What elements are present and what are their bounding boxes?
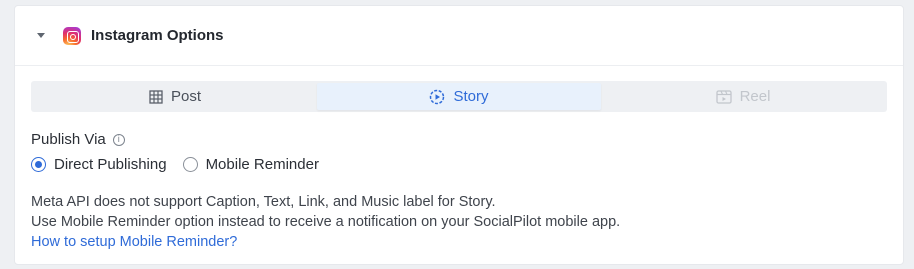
tab-post[interactable]: Post	[33, 83, 317, 110]
radio-button-checked[interactable]	[31, 157, 46, 172]
publish-via-options: Direct Publishing Mobile Reminder	[31, 156, 335, 173]
radio-button-unchecked[interactable]	[182, 157, 198, 172]
tab-post-label: Post	[170, 88, 201, 105]
post-type-tabs: Post Story Reel	[31, 81, 887, 112]
panel-header[interactable]: Instagram Options	[15, 6, 903, 66]
radio-mobile-reminder-label: Mobile Reminder	[205, 156, 319, 173]
chevron-down-icon[interactable]	[37, 33, 45, 38]
publish-via-label: Publish Via i	[31, 131, 125, 148]
info-icon[interactable]: i	[112, 133, 125, 146]
instagram-icon	[63, 26, 81, 45]
note-line-2: Use Mobile Reminder option instead to re…	[31, 214, 621, 230]
mobile-reminder-help-link[interactable]: How to setup Mobile Reminder?	[31, 232, 620, 252]
story-play-icon	[430, 89, 445, 104]
story-notes: Meta API does not support Caption, Text,…	[31, 192, 620, 252]
radio-mobile-reminder[interactable]: Mobile Reminder	[182, 156, 319, 173]
tab-reel: Reel	[601, 83, 885, 110]
publish-via-text: Publish Via	[31, 131, 106, 148]
reel-icon	[715, 89, 732, 104]
radio-direct-publishing-label: Direct Publishing	[54, 156, 167, 173]
tab-story-label: Story	[453, 88, 489, 105]
tab-reel-label: Reel	[739, 88, 771, 105]
radio-direct-publishing[interactable]: Direct Publishing	[31, 156, 167, 173]
note-line-1: Meta API does not support Caption, Text,…	[31, 194, 496, 210]
panel-title: Instagram Options	[91, 27, 224, 44]
instagram-options-panel: Instagram Options Post Story Reel Publis…	[14, 5, 904, 265]
grid-icon	[149, 89, 163, 104]
tab-story[interactable]: Story	[317, 83, 601, 110]
